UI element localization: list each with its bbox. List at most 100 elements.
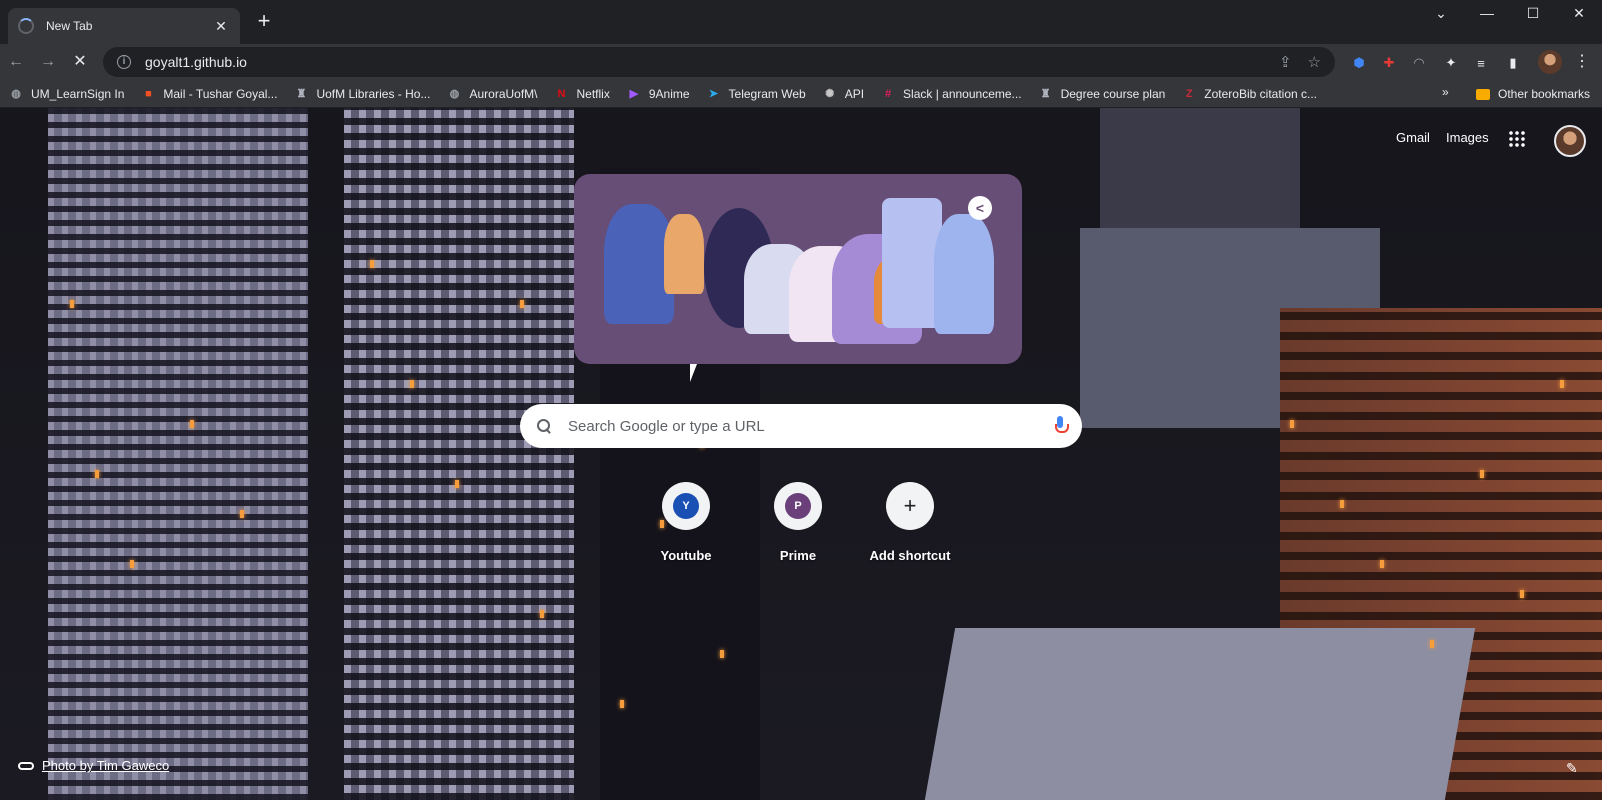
shortcut-add[interactable]: + Add shortcut: [854, 482, 966, 563]
google-apps-grid-icon[interactable]: [1508, 130, 1526, 148]
globe-icon: ◍: [449, 88, 460, 100]
window-light: [1430, 640, 1434, 648]
play-icon: ▶: [629, 88, 639, 100]
menu-dots-icon[interactable]: ⋮: [1572, 50, 1592, 74]
stop-loading-button[interactable]: ✕: [68, 50, 92, 74]
bookmark-item[interactable]: ■ Mail - Tushar Goyal...: [140, 86, 277, 102]
site-info-icon[interactable]: i: [117, 55, 131, 69]
share-icon[interactable]: ⇪: [1279, 53, 1292, 71]
mouse-cursor: [690, 364, 697, 382]
window-light: [190, 420, 194, 428]
gmail-link[interactable]: Gmail: [1396, 130, 1430, 145]
microsoft-icon: ■: [145, 87, 152, 100]
doodle-figure: [882, 198, 942, 328]
doodle-figure: [934, 214, 994, 334]
extension-red-icon[interactable]: ✚: [1380, 54, 1398, 72]
extension-shield-icon[interactable]: ⬢: [1350, 54, 1368, 72]
background-skyscraper: [344, 108, 574, 800]
bookmark-item[interactable]: N Netflix: [554, 86, 610, 102]
search-box[interactable]: [520, 404, 1082, 448]
folder-icon: [1476, 88, 1490, 100]
back-button[interactable]: ←: [4, 50, 28, 74]
forward-button[interactable]: →: [36, 50, 60, 74]
shortcut-prime[interactable]: P Prime: [742, 482, 854, 563]
reading-list-icon[interactable]: ≡: [1472, 54, 1490, 72]
window-light: [370, 260, 374, 268]
add-icon: +: [903, 493, 917, 518]
zotero-icon: Z: [1185, 87, 1193, 100]
shortcut-tile[interactable]: P: [774, 482, 822, 530]
window-light: [95, 470, 99, 478]
bookmark-item[interactable]: ✺ API: [822, 86, 864, 102]
globe-icon: ◍: [11, 88, 21, 100]
window-light: [540, 610, 544, 618]
other-bookmarks-folder[interactable]: Other bookmarks: [1476, 80, 1590, 108]
side-panel-icon[interactable]: ▮: [1504, 54, 1522, 72]
bookmark-item[interactable]: ♜ Degree course plan: [1038, 86, 1166, 102]
openai-icon: ✺: [825, 88, 835, 100]
window-light: [240, 510, 244, 518]
bookmark-label: API: [844, 86, 865, 101]
background-skyscraper: [48, 108, 308, 800]
microphone-icon[interactable]: [1054, 416, 1069, 436]
telegram-icon: ➤: [708, 88, 719, 100]
profile-avatar[interactable]: [1538, 50, 1562, 74]
tab-new-tab[interactable]: New Tab ✕: [8, 8, 240, 44]
shortcut-tile[interactable]: Y: [662, 482, 710, 530]
bookmark-item[interactable]: ▶ 9Anime: [626, 86, 690, 102]
netflix-icon: N: [557, 87, 566, 100]
window-light: [1480, 470, 1484, 478]
shortcut-tile[interactable]: +: [886, 482, 934, 530]
search-input[interactable]: [568, 417, 1054, 435]
bookmark-item[interactable]: ➤ Telegram Web: [706, 86, 806, 102]
tab-close-icon[interactable]: ✕: [212, 18, 230, 35]
window-light: [1560, 380, 1564, 388]
bookmark-label: 9Anime: [648, 86, 690, 101]
bookmark-item[interactable]: ◍ AuroraUofM\: [446, 86, 538, 102]
bookmark-label: AuroraUofM\: [469, 86, 538, 101]
attribution-text[interactable]: Photo by Tim Gaweco: [42, 758, 169, 773]
youtube-letter-icon: Y: [673, 493, 699, 519]
bookmark-item[interactable]: # Slack | announceme...: [880, 86, 1022, 102]
window-light: [1520, 590, 1524, 598]
url-text[interactable]: goyalt1.github.io: [145, 54, 1263, 70]
address-bar[interactable]: i goyalt1.github.io ⇪ ☆: [103, 47, 1335, 77]
window-light: [410, 380, 414, 388]
window-light: [1290, 420, 1294, 428]
bookmark-item[interactable]: ♜ UofM Libraries - Ho...: [293, 86, 431, 102]
minimize-button[interactable]: —: [1464, 0, 1510, 26]
bookmark-label: UofM Libraries - Ho...: [316, 86, 431, 101]
bookmark-label: ZoteroBib citation c...: [1204, 86, 1318, 101]
extension-arc-icon[interactable]: ◠: [1410, 54, 1428, 72]
bookmark-label: UM_LearnSign In: [31, 86, 125, 101]
google-account-avatar[interactable]: [1554, 125, 1586, 157]
title-bar: New Tab ✕ + ⌄ — ☐ ✕: [0, 0, 1602, 44]
photo-attribution[interactable]: Photo by Tim Gaweco: [18, 758, 169, 773]
images-link[interactable]: Images: [1446, 130, 1489, 145]
window-light: [620, 700, 624, 708]
shortcut-label: Youtube: [660, 548, 712, 563]
maximize-button[interactable]: ☐: [1510, 0, 1556, 26]
shortcut-youtube[interactable]: Y Youtube: [630, 482, 742, 563]
bookmark-star-icon[interactable]: ☆: [1308, 53, 1321, 71]
customize-pencil-icon[interactable]: ✎: [1566, 760, 1582, 776]
slack-icon: #: [884, 87, 892, 100]
bookmark-label: Mail - Tushar Goyal...: [163, 86, 278, 101]
new-tab-button[interactable]: +: [252, 10, 276, 34]
close-window-button[interactable]: ✕: [1556, 0, 1602, 26]
umanitoba-icon: ♜: [296, 88, 307, 100]
bookmark-label: Netflix: [576, 86, 610, 101]
doodle-share-icon[interactable]: <: [968, 196, 992, 220]
google-doodle[interactable]: <: [574, 174, 1022, 364]
bookmark-item[interactable]: Z ZoteroBib citation c...: [1181, 86, 1317, 102]
bookmarks-overflow-chevron-icon[interactable]: »: [1442, 85, 1449, 99]
window-light: [720, 650, 724, 658]
extensions-puzzle-icon[interactable]: ✦: [1442, 54, 1460, 72]
tab-search-button[interactable]: ⌄: [1418, 0, 1464, 26]
bookmark-label: Degree course plan: [1060, 86, 1166, 101]
shortcut-label: Prime: [779, 548, 817, 563]
bookmark-item[interactable]: ◍ UM_LearnSign In: [8, 86, 124, 102]
background-snowy-roof: [924, 628, 1476, 800]
link-icon: [18, 761, 34, 770]
bookmark-label: Slack | announceme...: [903, 86, 1022, 101]
